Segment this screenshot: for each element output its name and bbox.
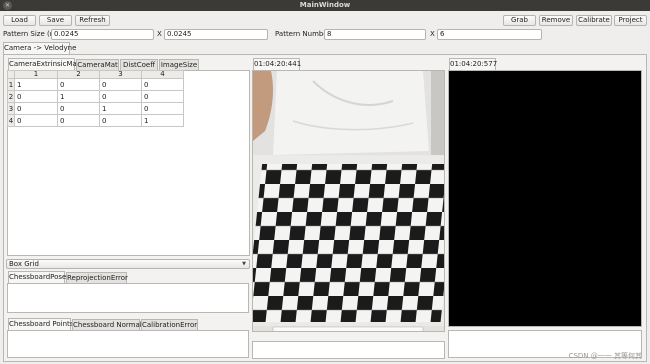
remove-button[interactable]: Remove — [539, 15, 573, 26]
pattern-size-x-field[interactable]: 0.0245 — [51, 29, 154, 40]
matrix-cell[interactable]: 0 — [99, 90, 142, 103]
pattern-number-label: Pattern Number — [275, 30, 331, 38]
pattern-number-x-field[interactable]: 8 — [324, 29, 426, 40]
table-row: 2 0 1 0 0 — [7, 90, 184, 103]
tab-chessboard-pose[interactable]: ChessboardPose — [8, 271, 66, 283]
chessboard-points-view — [7, 330, 249, 358]
column-header[interactable]: 3 — [99, 70, 142, 79]
x-label: X — [157, 30, 162, 38]
extrinsic-matrix-table: 1 2 3 4 1 1 0 0 0 2 0 1 0 0 3 0 0 1 0 4 … — [7, 70, 184, 127]
grab-button[interactable]: Grab — [503, 15, 536, 26]
matrix-cell[interactable]: 1 — [57, 90, 100, 103]
matrix-cell[interactable]: 0 — [141, 102, 184, 115]
save-button[interactable]: Save — [39, 15, 72, 26]
pattern-number-y-field[interactable]: 6 — [437, 29, 542, 40]
tab-dist-coeff[interactable]: DistCoeff — [120, 59, 158, 70]
tab-chessboard-points[interactable]: Chessboard Points — [8, 318, 73, 330]
matrix-cell[interactable]: 0 — [14, 102, 58, 115]
matrix-cell[interactable]: 0 — [57, 114, 100, 127]
column-header[interactable]: 2 — [57, 70, 100, 79]
box-grid-select[interactable]: Box Grid ▼ — [6, 259, 250, 269]
matrix-cell[interactable]: 1 — [141, 114, 184, 127]
close-icon[interactable]: ✕ — [3, 1, 12, 10]
matrix-cell[interactable]: 0 — [99, 78, 142, 91]
title-bar: ✕ MainWindow — [0, 0, 650, 11]
project-button[interactable]: Project — [614, 15, 647, 26]
tab-chessboard-normals[interactable]: Chessboard Normals — [72, 319, 145, 330]
window-title: MainWindow — [299, 1, 351, 9]
matrix-cell[interactable]: 1 — [14, 78, 58, 91]
camera-info-panel — [252, 341, 445, 359]
row-header[interactable]: 2 — [7, 90, 15, 103]
camera-image-view — [252, 70, 445, 332]
table-row: 1 1 0 0 0 — [7, 78, 184, 91]
matrix-cell[interactable]: 0 — [99, 114, 142, 127]
matrix-cell[interactable]: 0 — [141, 78, 184, 91]
chessboard-pose-view — [7, 283, 249, 313]
load-button[interactable]: Load — [3, 15, 36, 26]
row-header[interactable]: 4 — [7, 114, 15, 127]
camera-image — [253, 71, 444, 331]
matrix-cell[interactable]: 0 — [14, 114, 58, 127]
column-header[interactable]: 1 — [14, 70, 58, 79]
matrix-cell[interactable]: 0 — [57, 78, 100, 91]
tab-reprojection-error[interactable]: ReprojectionError — [66, 272, 128, 283]
refresh-button[interactable]: Refresh — [75, 15, 110, 26]
tab-camera-velodyne[interactable]: Camera -> Velodyne — [3, 42, 76, 54]
matrix-cell[interactable]: 0 — [141, 90, 184, 103]
matrix-cell[interactable]: 1 — [99, 102, 142, 115]
matrix-cell[interactable]: 0 — [14, 90, 58, 103]
calibrate-button[interactable]: Calibrate — [576, 15, 612, 26]
row-header[interactable]: 3 — [7, 102, 15, 115]
matrix-cell[interactable]: 0 — [57, 102, 100, 115]
pattern-size-y-field[interactable]: 0.0245 — [164, 29, 268, 40]
lidar-point-cloud-view — [448, 70, 642, 327]
table-row: 3 0 0 1 0 — [7, 102, 184, 115]
chevron-down-icon: ▼ — [242, 261, 246, 267]
table-row: 4 0 0 0 1 — [7, 114, 184, 127]
column-header[interactable]: 4 — [141, 70, 184, 79]
x-label: X — [430, 30, 435, 38]
tab-camera-timestamp[interactable]: 01:04:20:441 — [253, 58, 301, 70]
tab-camera-extrinsic-mat[interactable]: CameraExtrinsicMat — [8, 58, 80, 70]
tab-calibration-error[interactable]: CalibrationError — [141, 319, 198, 330]
tab-lidar-timestamp[interactable]: 01:04:20:577 — [449, 58, 497, 70]
row-header[interactable]: 1 — [7, 78, 15, 91]
table-corner — [7, 70, 15, 79]
watermark: CSDN @一一 其等何其 — [568, 352, 642, 360]
tab-image-size[interactable]: ImageSize — [159, 59, 199, 70]
tab-camera-mat[interactable]: CameraMat — [76, 59, 119, 70]
box-grid-value: Box Grid — [9, 260, 39, 268]
